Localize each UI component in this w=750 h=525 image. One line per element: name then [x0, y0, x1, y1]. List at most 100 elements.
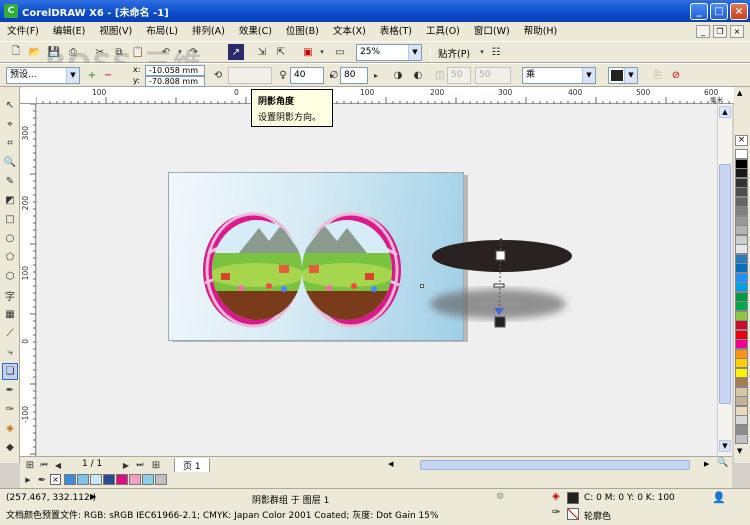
menu-bitmaps[interactable]: 位图(B) — [279, 22, 326, 41]
connector-tool-icon[interactable]: ⤷ — [2, 344, 18, 361]
palette-swatch[interactable] — [735, 187, 748, 197]
table-tool-icon[interactable]: ▦ — [2, 306, 18, 323]
import-icon[interactable]: ⇲ — [254, 44, 270, 60]
copy-properties-icon[interactable]: ⎘ — [650, 67, 666, 83]
scroll-left-icon[interactable]: ◀ — [388, 460, 393, 468]
menu-file[interactable]: 文件(F) — [0, 22, 46, 41]
no-fill-swatch[interactable]: × — [50, 474, 61, 485]
palette-swatch[interactable] — [735, 225, 748, 235]
zoom-tool-icon[interactable]: 🔍 — [2, 154, 18, 171]
palette-swatch[interactable] — [735, 415, 748, 425]
shape-tool-icon[interactable]: ⌖ — [2, 116, 18, 133]
snap-to-menu[interactable]: 贴齐(P) — [438, 46, 470, 60]
palette-swatch[interactable] — [735, 244, 748, 254]
open-icon[interactable]: 📂 — [27, 44, 43, 60]
doc-color-swatch[interactable] — [77, 474, 89, 485]
export-icon[interactable]: ⇱ — [273, 44, 289, 60]
add-preset-icon[interactable]: + — [84, 67, 100, 83]
palette-swatch[interactable] — [735, 234, 748, 245]
palette-swatch[interactable] — [735, 215, 748, 226]
palette-swatch[interactable] — [735, 263, 748, 273]
interactive-fill-icon[interactable]: ◆ — [2, 439, 18, 456]
close-button[interactable]: × — [730, 3, 748, 20]
crop-tool-icon[interactable]: ⌗ — [2, 135, 18, 152]
menu-view[interactable]: 视图(V) — [92, 22, 139, 41]
menu-edit[interactable]: 编辑(E) — [46, 22, 92, 41]
palette-swatch[interactable] — [735, 177, 748, 188]
palette-swatch[interactable] — [735, 272, 748, 283]
new-document-icon[interactable]: 🗋 — [8, 44, 24, 60]
color-eyedropper-icon[interactable]: ✒ — [2, 382, 18, 399]
options-icon[interactable]: ☷ — [488, 44, 504, 60]
clear-shadow-icon[interactable]: ⊘ — [668, 67, 684, 83]
doc-color-swatch[interactable] — [155, 474, 167, 485]
menu-help[interactable]: 帮助(H) — [517, 22, 565, 41]
x-position-field[interactable]: -10.058 mm — [145, 65, 205, 76]
vertical-ruler[interactable]: 300 200 100 0 -100 — [20, 104, 36, 456]
scroll-up-icon[interactable]: ▲ — [719, 106, 731, 118]
palette-swatch[interactable] — [735, 377, 748, 387]
shadow-opacity-field[interactable]: 40 — [290, 67, 324, 84]
palette-swatch[interactable] — [735, 196, 748, 207]
menu-window[interactable]: 窗口(W) — [467, 22, 517, 41]
doc-color-swatch[interactable] — [103, 474, 115, 485]
rectangle-tool-icon[interactable]: □ — [2, 211, 18, 228]
palette-swatch[interactable] — [735, 320, 748, 330]
palette-swatch[interactable] — [735, 168, 748, 178]
palette-swatch[interactable] — [735, 424, 748, 435]
palette-swatch[interactable] — [735, 253, 748, 264]
reset-shadow-icon[interactable]: ⟲ — [210, 67, 226, 83]
y-position-field[interactable]: -70.808 mm — [145, 76, 205, 87]
basic-shapes-icon[interactable]: ⬡ — [2, 268, 18, 285]
add-page-after-icon[interactable]: ⊞ — [148, 457, 164, 473]
doc-eyedropper-icon[interactable]: ✒ — [34, 472, 50, 488]
doc-color-swatch[interactable] — [129, 474, 141, 485]
vertical-scroll-thumb[interactable] — [719, 164, 731, 404]
horizontal-scroll-thumb[interactable] — [420, 460, 690, 470]
palette-swatch[interactable] — [735, 339, 748, 349]
menu-tools[interactable]: 工具(O) — [419, 22, 467, 41]
palette-scroll-down-icon[interactable]: ▼ — [737, 447, 742, 455]
artwork-image[interactable] — [168, 172, 464, 341]
palette-swatch[interactable] — [735, 291, 748, 302]
polygon-tool-icon[interactable]: ⬠ — [2, 249, 18, 266]
remove-preset-icon[interactable]: − — [100, 67, 116, 83]
minimize-button[interactable]: _ — [690, 3, 708, 20]
ellipse-node[interactable] — [499, 238, 503, 242]
doc-restore-icon[interactable]: ❐ — [713, 25, 727, 38]
full-screen-preview-icon[interactable]: ▭ — [332, 44, 348, 60]
palette-swatch[interactable] — [735, 206, 748, 216]
palette-scroll-up-icon[interactable]: ▲ — [737, 89, 742, 97]
publish-dropdown-icon[interactable]: ▾ — [314, 44, 330, 60]
user-icon[interactable]: 👤 — [712, 491, 726, 504]
vertical-scrollbar[interactable]: ▲ ▼ — [717, 104, 732, 456]
doc-minimize-icon[interactable]: _ — [696, 25, 710, 38]
doc-color-swatch[interactable] — [116, 474, 128, 485]
palette-swatch[interactable] — [735, 158, 748, 169]
palette-swatch[interactable] — [735, 329, 748, 340]
shadow-angle-field[interactable] — [228, 67, 272, 84]
feather-direction-icon[interactable]: ◑ — [390, 67, 406, 83]
palette-swatch[interactable] — [735, 434, 748, 444]
shadow-color-picker[interactable]: ▼ — [608, 67, 638, 84]
menu-text[interactable]: 文本(X) — [326, 22, 373, 41]
doc-close-icon[interactable]: × — [730, 25, 744, 38]
drop-shadow-tool-icon[interactable]: ❏ — [2, 363, 18, 380]
palette-swatch[interactable] — [735, 358, 748, 368]
shadow-end-handle[interactable] — [494, 316, 506, 328]
doc-color-swatch[interactable] — [64, 474, 76, 485]
menu-effects[interactable]: 效果(C) — [232, 22, 279, 41]
palette-swatch[interactable] — [735, 396, 748, 406]
doc-color-swatch[interactable] — [142, 474, 154, 485]
palette-swatch[interactable] — [735, 386, 748, 397]
pick-tool-icon[interactable]: ↖ — [2, 97, 18, 114]
horizontal-ruler[interactable]: 100 0 100 200 300 400 500 600 毫米 — [20, 87, 735, 104]
feather-edges-icon[interactable]: ◐ — [410, 67, 426, 83]
coords-arrow-icon[interactable]: ▶ — [90, 492, 96, 501]
palette-swatch[interactable] — [735, 310, 748, 321]
menu-table[interactable]: 表格(T) — [373, 22, 419, 41]
ellipse-with-shadow[interactable] — [422, 232, 582, 332]
menu-layout[interactable]: 布局(L) — [139, 22, 185, 41]
outline-pen-icon[interactable]: ✑ — [2, 401, 18, 418]
launch-icon[interactable]: ↗ — [228, 44, 244, 60]
